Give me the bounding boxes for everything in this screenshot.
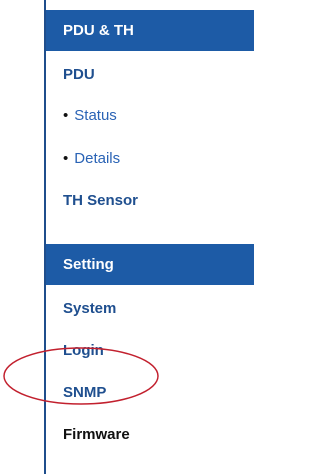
bullet-icon: •	[63, 150, 69, 167]
sidebar-item-pdu[interactable]: PDU	[63, 66, 95, 83]
sidebar-subitem-status-label: Status	[74, 107, 117, 124]
sidebar-item-login[interactable]: Login	[63, 342, 104, 359]
sidebar-item-snmp[interactable]: SNMP	[63, 384, 106, 401]
section-header-setting: Setting	[46, 244, 254, 285]
sidebar-subitem-details-label: Details	[74, 150, 121, 167]
section-header-pdu-th: PDU & TH	[46, 10, 254, 51]
sidebar-nav: PDU & TH PDU • Status • Details TH Sensor …	[44, 0, 254, 474]
sidebar-subitem-details[interactable]: • Details	[63, 150, 120, 167]
sidebar-item-firmware[interactable]: Firmware	[63, 426, 130, 443]
bullet-icon: •	[63, 107, 69, 124]
sidebar-subitem-status[interactable]: • Status	[63, 107, 117, 124]
sidebar-item-system[interactable]: System	[63, 300, 116, 317]
sidebar-item-th-sensor[interactable]: TH Sensor	[63, 192, 138, 209]
